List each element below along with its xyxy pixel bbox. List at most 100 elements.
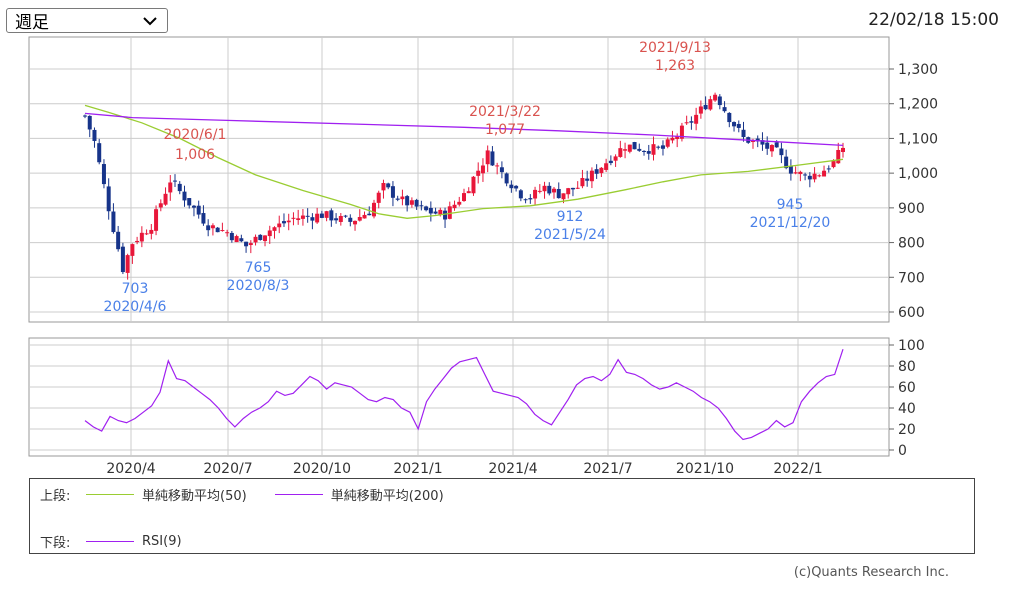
legend-text-sma50: 単純移動平均(50) (142, 489, 247, 504)
x-tick-label: 2022/1 (773, 461, 822, 477)
annotation-label: 2021/5/24 (534, 227, 606, 243)
candle-body (125, 255, 130, 273)
candle-body (452, 204, 457, 209)
candle-body (443, 210, 448, 220)
candle-body (324, 211, 329, 218)
candle-body (168, 182, 173, 193)
candle-body (272, 227, 277, 231)
annotation-label: 2021/3/22 (469, 104, 541, 120)
candle-body (670, 137, 675, 141)
candle-body (509, 184, 514, 189)
candle-body (722, 107, 727, 112)
candle-body (353, 220, 358, 225)
candle-body (438, 209, 443, 215)
upper-y-tick-label: 900 (898, 201, 925, 217)
candle-body (736, 123, 741, 128)
candle-body (329, 210, 334, 221)
candle-body (627, 144, 632, 152)
candle-body (376, 192, 381, 203)
candle-body (495, 165, 500, 167)
lower-y-tick-label: 100 (898, 338, 925, 354)
candle-body (433, 211, 438, 214)
candle-body (476, 170, 481, 176)
candle-body (727, 112, 732, 123)
candle-body (187, 198, 192, 206)
candle-body (182, 191, 187, 201)
candle-body (480, 165, 485, 174)
candle-body (689, 121, 694, 123)
candle-body (741, 129, 746, 138)
candle-body (300, 215, 305, 219)
candle-body (793, 172, 798, 174)
upper-y-tick-label: 1,000 (898, 166, 938, 182)
candle-body (817, 175, 822, 177)
candle-body (788, 166, 793, 174)
candle-body (173, 180, 178, 182)
candle-body (334, 218, 339, 221)
lower-y-tick-label: 80 (898, 359, 916, 375)
candle-body (253, 236, 258, 243)
candle-body (239, 238, 244, 242)
candle-body (386, 183, 391, 188)
candle-body (566, 188, 571, 195)
candle-body (660, 145, 665, 149)
candle-body (83, 115, 87, 117)
candle-body (523, 199, 528, 201)
candle-body (362, 214, 367, 219)
candle-body (608, 160, 613, 164)
candle-body (841, 147, 845, 153)
x-tick-label: 2021/7 (583, 461, 632, 477)
candle-body (575, 187, 580, 189)
candle-body (826, 168, 831, 170)
lower-y-tick-label: 0 (898, 443, 907, 459)
candle-body (220, 230, 225, 232)
candle-body (504, 173, 509, 184)
candle-body (665, 139, 670, 147)
candle-body (348, 217, 353, 222)
x-tick-label: 2020/10 (293, 461, 351, 477)
annotation-label: 1,263 (655, 58, 695, 74)
legend-swatch-rsi (86, 541, 134, 542)
candle-body (651, 144, 656, 155)
legend-lower-label: 下段: (40, 536, 71, 551)
candle-body (499, 167, 504, 173)
candle-body (130, 244, 135, 256)
candle-body (196, 205, 201, 215)
candle-body (599, 167, 604, 174)
candle-body (637, 148, 642, 151)
legend-upper-label: 上段: (40, 489, 71, 504)
candle-body (589, 170, 594, 182)
candle-body (765, 142, 770, 149)
candle-body (277, 223, 282, 228)
candle-body (319, 213, 324, 218)
upper-y-tick-label: 1,100 (898, 131, 938, 147)
candle-body (708, 99, 713, 110)
candle-body (154, 209, 159, 231)
candle-body (632, 142, 637, 150)
candle-body (424, 206, 429, 211)
annotation-label: 2020/8/3 (227, 278, 290, 294)
lower-panel-frame (28, 337, 890, 457)
candle-body (774, 142, 779, 148)
candle-body (542, 185, 547, 192)
candle-body (210, 225, 215, 229)
candle-body (106, 186, 111, 212)
legend-text-rsi: RSI(9) (142, 534, 182, 549)
candle-body (381, 182, 386, 191)
candle-body (291, 217, 296, 219)
candle-body (485, 150, 490, 165)
annotation-label: 1,006 (175, 147, 215, 163)
candle-body (305, 215, 310, 217)
candle-body (822, 170, 827, 177)
candle-body (367, 213, 372, 216)
annotation-label: 2020/6/1 (164, 127, 227, 143)
candle-body (570, 187, 575, 190)
legend-item-sma50: 単純移動平均(50) (86, 485, 247, 504)
x-tick-label: 2020/4 (106, 461, 155, 477)
upper-y-tick-label: 800 (898, 236, 925, 252)
candle-body (390, 186, 395, 198)
candle-body (462, 193, 466, 202)
candle-body (547, 185, 552, 194)
legend-text-sma200: 単純移動平均(200) (330, 489, 444, 504)
legend-item-sma200: 単純移動平均(200) (274, 485, 444, 504)
